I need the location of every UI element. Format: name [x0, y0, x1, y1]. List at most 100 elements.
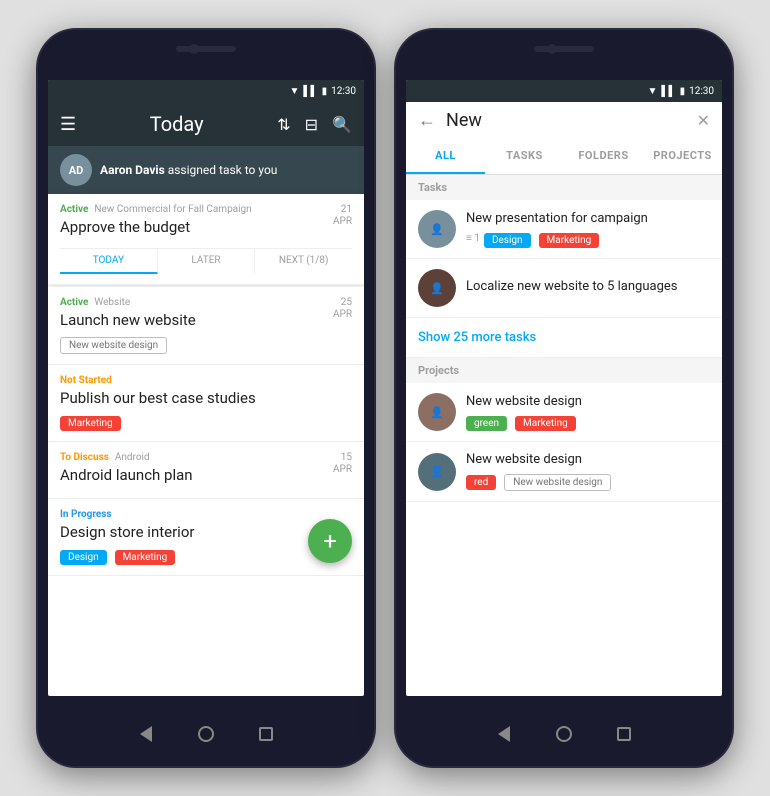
status-not-started-3: Not Started: [60, 375, 112, 386]
status-to-discuss-4: To Discuss: [60, 452, 109, 463]
fab-button[interactable]: +: [308, 519, 352, 563]
task-tag5-marketing: Marketing: [115, 550, 176, 565]
task-title-4: Android launch plan: [60, 466, 193, 484]
menu-icon[interactable]: ☰: [60, 114, 76, 135]
result-project-1[interactable]: 👤 New website design green Marketing: [406, 383, 722, 442]
result-content-proj-2: New website design red New website desig…: [466, 452, 710, 491]
tab-tasks[interactable]: TASKS: [485, 139, 564, 174]
task-date-month-1: APR: [333, 216, 352, 228]
result-title-proj-1: New website design: [466, 394, 710, 409]
tab-projects[interactable]: PROJECTS: [643, 139, 722, 174]
projects-section-header: Projects: [406, 358, 722, 383]
result-content-2: Localize new website to 5 languages: [466, 279, 710, 297]
wifi-icon: ▼: [290, 86, 300, 97]
avatar-task-2: 👤: [418, 269, 456, 307]
tab-folders[interactable]: FOLDERS: [564, 139, 643, 174]
tab-all[interactable]: ALL: [406, 139, 485, 174]
right-phone: ▼ ▌▌ ▮ 12:30 ← New ✕ ALL TASKS FOLDER: [394, 28, 734, 768]
today-title: Today: [150, 112, 204, 136]
task-count-1: ≡ 1: [466, 233, 480, 244]
result-content-proj-1: New website design green Marketing: [466, 394, 710, 431]
tag-marketing-proj-1: Marketing: [515, 416, 576, 431]
today-header: ☰ Today ⇅ ⊟ 🔍: [48, 102, 364, 146]
tab-today[interactable]: TODAY: [60, 249, 158, 274]
tasks-section-header: Tasks: [406, 175, 722, 200]
task-tag5-design: Design: [60, 550, 107, 565]
task-date-day-4: 15: [333, 452, 352, 464]
screen-right: ▼ ▌▌ ▮ 12:30 ← New ✕ ALL TASKS FOLDER: [406, 80, 722, 696]
task-title-1: Approve the budget: [60, 218, 252, 236]
tab-later[interactable]: LATER: [158, 249, 256, 274]
status-active-1: Active: [60, 204, 88, 215]
task-title-2: Launch new website: [60, 311, 196, 329]
battery-icon: ▮: [322, 86, 328, 97]
speaker-left: [176, 46, 236, 52]
home-button-left[interactable]: [196, 724, 216, 744]
camera-left: [189, 44, 199, 54]
task-tag-2: New website design: [60, 337, 167, 354]
result-project-2[interactable]: 👤 New website design red New website des…: [406, 442, 722, 502]
tag-green-1: green: [466, 416, 507, 431]
battery-icon-r: ▮: [680, 86, 686, 97]
speaker-right: [534, 46, 594, 52]
task-context-4: Android: [115, 452, 150, 463]
left-phone: ▼ ▌▌ ▮ 12:30 ☰ Today ⇅ ⊟ 🔍: [36, 28, 376, 768]
result-meta-1: ≡ 1 Design Marketing: [466, 229, 710, 248]
status-in-progress-5: In Progress: [60, 509, 112, 520]
time-left: 12:30: [331, 86, 356, 97]
back-icon[interactable]: ←: [418, 110, 436, 131]
avatar-project-1: 👤: [418, 393, 456, 431]
bottom-nav-right: [396, 701, 732, 766]
avatar-project-2: 👤: [418, 453, 456, 491]
home-button-right[interactable]: [554, 724, 574, 744]
result-task-1[interactable]: 👤 New presentation for campaign ≡ 1 Desi…: [406, 200, 722, 259]
phone-body-right: ▼ ▌▌ ▮ 12:30 ← New ✕ ALL TASKS FOLDER: [394, 28, 734, 768]
recents-button-right[interactable]: [614, 724, 634, 744]
task-date-month-4: APR: [333, 464, 352, 476]
tag-marketing-1: Marketing: [539, 233, 600, 248]
avatar-aaron: AD: [60, 154, 92, 186]
result-meta-proj-1: green Marketing: [466, 412, 710, 431]
task-card-3[interactable]: Not Started Publish our best case studie…: [48, 365, 364, 442]
notification-name: Aaron Davis: [100, 163, 165, 177]
signal-icon-r: ▌▌: [661, 86, 675, 97]
task-card-2[interactable]: Active Website Launch new website New we…: [48, 287, 364, 365]
task-date-day-1: 21: [333, 204, 352, 216]
time-right: 12:30: [689, 86, 714, 97]
result-meta-proj-2: red New website design: [466, 470, 710, 491]
task-title-3: Publish our best case studies: [60, 389, 352, 407]
result-content-1: New presentation for campaign ≡ 1 Design…: [466, 211, 710, 248]
result-title-2: Localize new website to 5 languages: [466, 279, 710, 294]
result-task-2[interactable]: 👤 Localize new website to 5 languages: [406, 259, 722, 318]
back-button-right[interactable]: [494, 724, 514, 744]
task-card-4[interactable]: To Discuss Android Android launch plan 1…: [48, 442, 364, 499]
avatar-task-1: 👤: [418, 210, 456, 248]
search-tabs: ALL TASKS FOLDERS PROJECTS: [406, 139, 722, 175]
task-card-1[interactable]: Active New Commercial for Fall Campaign …: [48, 194, 364, 285]
status-bar-left: ▼ ▌▌ ▮ 12:30: [48, 80, 364, 102]
result-title-1: New presentation for campaign: [466, 211, 710, 226]
clear-icon[interactable]: ✕: [697, 111, 710, 130]
task-date-day-2: 25: [333, 297, 352, 309]
task-context-2: Website: [94, 297, 130, 308]
search-icon[interactable]: 🔍: [332, 115, 352, 134]
search-bar: ← New ✕: [406, 102, 722, 139]
notification-bar: AD Aaron Davis assigned task to you: [48, 146, 364, 194]
tab-next[interactable]: NEXT (1/8): [255, 249, 352, 274]
task-context-1: New Commercial for Fall Campaign: [94, 204, 251, 215]
status-bar-right: ▼ ▌▌ ▮ 12:30: [406, 80, 722, 102]
result-title-proj-2: New website design: [466, 452, 710, 467]
search-query[interactable]: New: [446, 110, 687, 131]
screen-left: ▼ ▌▌ ▮ 12:30 ☰ Today ⇅ ⊟ 🔍: [48, 80, 364, 696]
signal-icon: ▌▌: [303, 86, 317, 97]
tag-design-1: Design: [484, 233, 531, 248]
tag-red-2: red: [466, 475, 496, 490]
show-more-tasks[interactable]: Show 25 more tasks: [406, 318, 722, 358]
sort-icon[interactable]: ⇅: [277, 115, 290, 134]
tag-outline-2: New website design: [504, 474, 611, 491]
task-card-5[interactable]: In Progress Design store interior Design…: [48, 499, 364, 576]
task-date-month-2: APR: [333, 309, 352, 321]
recents-button-left[interactable]: [256, 724, 276, 744]
back-button-left[interactable]: [136, 724, 156, 744]
filter-icon[interactable]: ⊟: [305, 115, 318, 134]
